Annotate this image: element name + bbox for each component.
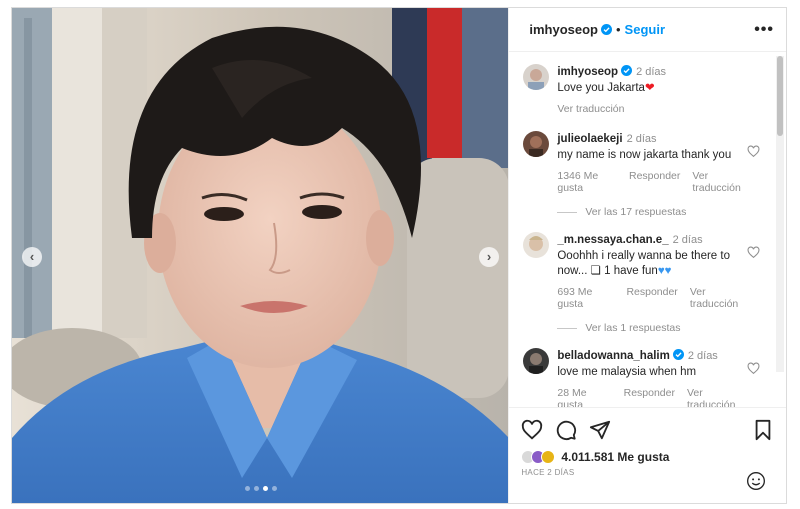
carousel-dot: [253, 486, 259, 491]
see-translation-button[interactable]: Ver traducción: [687, 387, 750, 407]
caption-time[interactable]: 2 días: [636, 66, 666, 78]
see-translation-button[interactable]: Ver traducción: [690, 286, 750, 310]
replies-line: [557, 211, 578, 213]
verified-badge-icon: [600, 24, 612, 35]
follow-button[interactable]: Seguir: [625, 22, 665, 37]
comment-text: Ooohhh i really wanna be there to now...…: [557, 250, 730, 277]
likes-count[interactable]: 4.011.581 Me gusta: [561, 450, 669, 464]
post-media[interactable]: ‹ ›: [12, 8, 509, 503]
comments-scrollbar[interactable]: [776, 56, 784, 372]
verified-badge-icon: [672, 349, 684, 360]
view-replies-label: Ver las 1 respuestas: [585, 322, 681, 334]
comment-likes-count[interactable]: 693 Me gusta: [557, 286, 614, 310]
caption-username[interactable]: imhyoseop: [557, 66, 618, 78]
like-heart-icon[interactable]: [521, 419, 543, 441]
carousel-indicator: [12, 486, 508, 491]
avatar[interactable]: [523, 232, 550, 258]
caption: imhyoseop 2 días Love you Jakarta❤ Ver tr…: [523, 62, 772, 115]
comment-text: love me malaysia when hm: [557, 366, 697, 378]
comment-username[interactable]: belladowanna_halim: [557, 350, 669, 362]
bookmark-icon[interactable]: [752, 419, 774, 441]
emoji-smiley-icon[interactable]: [746, 471, 766, 491]
comment-item: _m.nessaya.chan.e_ 2 días Ooohhh i really…: [523, 230, 772, 310]
comment-item: julieolaekeji 2 días my name is now jakar…: [523, 129, 772, 194]
carousel-dot: [271, 486, 277, 491]
previous-slide-button[interactable]: ‹: [22, 247, 42, 267]
post-header: imhyoseop • Seguir •••: [509, 8, 786, 52]
share-send-icon[interactable]: [589, 419, 611, 441]
carousel-dot: [244, 486, 250, 491]
like-comment-heart-icon[interactable]: [747, 246, 760, 259]
avatar[interactable]: [523, 64, 550, 90]
comment-time[interactable]: 2 días: [688, 350, 718, 362]
likes-summary[interactable]: 4.011.581 Me gusta: [521, 450, 774, 464]
next-slide-button[interactable]: ›: [479, 247, 499, 267]
replies-line: [557, 327, 578, 329]
author-username[interactable]: imhyoseop: [529, 22, 598, 37]
see-translation-button[interactable]: Ver traducción: [557, 103, 624, 115]
see-translation-button[interactable]: Ver traducción: [692, 170, 750, 194]
post-side-panel: imhyoseop • Seguir ••• imhyoseop 2 días L…: [508, 8, 786, 503]
liker-avatar: [541, 450, 556, 464]
comment-bubble-icon[interactable]: [555, 419, 577, 441]
reply-button[interactable]: Responder: [624, 387, 675, 407]
header-separator: •: [615, 22, 621, 37]
view-replies-button[interactable]: Ver las 1 respuestas: [557, 322, 772, 334]
red-heart-icon: ❤: [644, 82, 655, 94]
liker-avatars: [521, 450, 556, 464]
post-timestamp[interactable]: HACE 2 DÍAS: [521, 468, 774, 477]
carousel-dot-active: [262, 486, 268, 491]
reply-button[interactable]: Responder: [626, 286, 677, 310]
comment-username[interactable]: _m.nessaya.chan.e_: [557, 234, 668, 246]
action-icon-row: [521, 416, 774, 444]
like-comment-heart-icon[interactable]: [747, 362, 760, 375]
comment-text: my name is now jakarta thank you: [557, 149, 732, 161]
like-comment-heart-icon[interactable]: [747, 145, 760, 158]
view-replies-button[interactable]: Ver las 17 respuestas: [557, 206, 772, 218]
scrollbar-thumb[interactable]: [777, 56, 783, 136]
comments-list[interactable]: imhyoseop 2 días Love you Jakarta❤ Ver tr…: [509, 52, 786, 407]
comment-likes-count[interactable]: 28 Me gusta: [557, 387, 611, 407]
comment-likes-count[interactable]: 1346 Me gusta: [557, 170, 617, 194]
reply-button[interactable]: Responder: [629, 170, 680, 194]
comment-item: belladowanna_halim 2 días love me malaysi…: [523, 346, 772, 407]
view-replies-label: Ver las 17 respuestas: [585, 206, 687, 218]
caption-text: Love you Jakarta: [557, 82, 645, 94]
verified-badge-icon: [621, 65, 633, 76]
comment-time[interactable]: 2 días: [627, 133, 657, 145]
comment-username[interactable]: julieolaekeji: [557, 133, 622, 145]
more-options-icon[interactable]: •••: [754, 21, 774, 39]
post-photo: [12, 8, 509, 503]
avatar[interactable]: [523, 131, 550, 157]
blue-heart-icon: ♥♥: [657, 265, 672, 277]
comment-time[interactable]: 2 días: [673, 234, 703, 246]
instagram-post: ‹ › imhyoseop • Seguir ••• imhyoseop 2 d…: [11, 7, 787, 504]
post-actions: 4.011.581 Me gusta HACE 2 DÍAS: [509, 407, 786, 503]
avatar[interactable]: [523, 348, 550, 374]
